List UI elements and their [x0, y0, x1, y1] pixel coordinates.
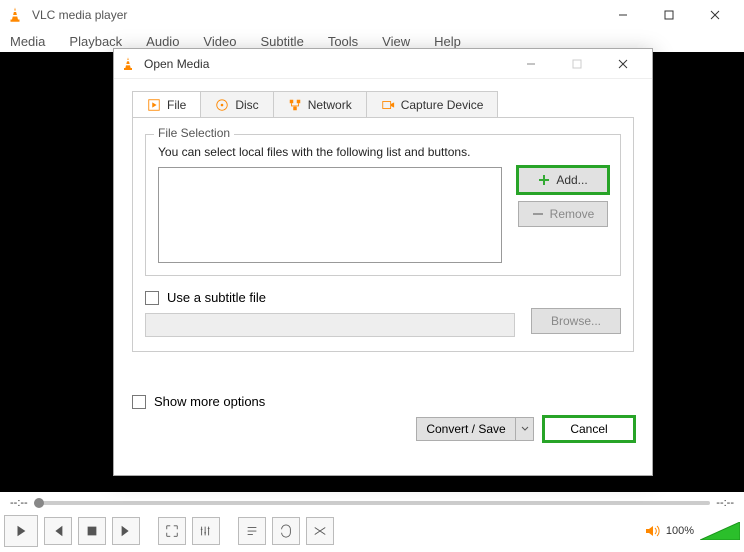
- maximize-button[interactable]: [646, 0, 692, 30]
- tab-network-label: Network: [308, 98, 352, 112]
- capture-icon: [381, 98, 395, 112]
- seek-track[interactable]: [34, 501, 711, 505]
- prev-button[interactable]: [44, 517, 72, 545]
- convert-save-button[interactable]: Convert / Save: [416, 417, 534, 441]
- time-elapsed: --:--: [4, 497, 34, 509]
- next-button[interactable]: [112, 517, 140, 545]
- cancel-button[interactable]: Cancel: [544, 417, 634, 441]
- file-selection-group: File Selection You can select local file…: [145, 134, 621, 276]
- random-button[interactable]: [306, 517, 334, 545]
- play-button[interactable]: [4, 515, 38, 547]
- ext-settings-button[interactable]: [192, 517, 220, 545]
- tab-network[interactable]: Network: [273, 91, 367, 117]
- close-button[interactable]: [692, 0, 738, 30]
- player-controls: 100%: [4, 514, 740, 548]
- show-more-label: Show more options: [154, 394, 265, 409]
- disc-icon: [215, 98, 229, 112]
- network-icon: [288, 98, 302, 112]
- show-more-checkbox[interactable]: [132, 395, 146, 409]
- menu-media[interactable]: Media: [6, 32, 49, 51]
- add-button-label: Add...: [556, 173, 587, 187]
- dialog-titlebar: Open Media: [114, 49, 652, 79]
- browse-button[interactable]: Browse...: [531, 308, 621, 334]
- chevron-down-icon: [521, 425, 529, 433]
- subtitle-checkbox-label: Use a subtitle file: [167, 290, 266, 305]
- tab-disc[interactable]: Disc: [200, 91, 273, 117]
- vlc-icon: [120, 56, 136, 72]
- volume-slider[interactable]: [700, 522, 740, 540]
- dialog-maximize-button[interactable]: [554, 49, 600, 79]
- fullscreen-button[interactable]: [158, 517, 186, 545]
- tab-disc-label: Disc: [235, 98, 258, 112]
- open-media-dialog: Open Media File Disc Network Capture Dev…: [113, 48, 653, 476]
- speaker-icon[interactable]: [644, 523, 660, 539]
- volume-control: 100%: [644, 522, 740, 540]
- plus-icon: [538, 174, 550, 186]
- subtitle-row: Use a subtitle file: [145, 290, 621, 305]
- playlist-button[interactable]: [238, 517, 266, 545]
- browse-button-label: Browse...: [551, 314, 601, 328]
- dialog-minimize-button[interactable]: [508, 49, 554, 79]
- file-selection-legend: File Selection: [154, 126, 234, 140]
- tab-capture-label: Capture Device: [401, 98, 484, 112]
- file-panel: File Selection You can select local file…: [132, 118, 634, 352]
- tab-file[interactable]: File: [132, 91, 201, 117]
- tab-capture[interactable]: Capture Device: [366, 91, 499, 117]
- remove-button-label: Remove: [550, 207, 595, 221]
- tabs: File Disc Network Capture Device: [132, 91, 634, 118]
- dialog-title: Open Media: [144, 57, 508, 71]
- seekbar: --:-- --:--: [4, 498, 740, 508]
- cancel-button-label: Cancel: [570, 422, 607, 436]
- file-list[interactable]: [158, 167, 502, 263]
- loop-button[interactable]: [272, 517, 300, 545]
- convert-save-label: Convert / Save: [416, 417, 516, 441]
- vlc-icon: [6, 6, 24, 24]
- tab-file-label: File: [167, 98, 186, 112]
- seek-thumb[interactable]: [34, 498, 44, 508]
- main-window-title: VLC media player: [32, 8, 600, 22]
- dialog-close-button[interactable]: [600, 49, 646, 79]
- minus-icon: [532, 208, 544, 220]
- subtitle-path-field: [145, 313, 515, 337]
- subtitle-checkbox[interactable]: [145, 291, 159, 305]
- add-button[interactable]: Add...: [518, 167, 608, 193]
- minimize-button[interactable]: [600, 0, 646, 30]
- time-total: --:--: [710, 497, 740, 509]
- dialog-actions: Convert / Save Cancel: [132, 417, 634, 441]
- volume-text: 100%: [666, 525, 694, 537]
- convert-save-dropdown[interactable]: [516, 417, 534, 441]
- file-icon: [147, 98, 161, 112]
- show-more-row: Show more options: [132, 394, 634, 409]
- stop-button[interactable]: [78, 517, 106, 545]
- file-selection-hint: You can select local files with the foll…: [158, 145, 608, 159]
- remove-button[interactable]: Remove: [518, 201, 608, 227]
- main-titlebar: VLC media player: [0, 0, 744, 30]
